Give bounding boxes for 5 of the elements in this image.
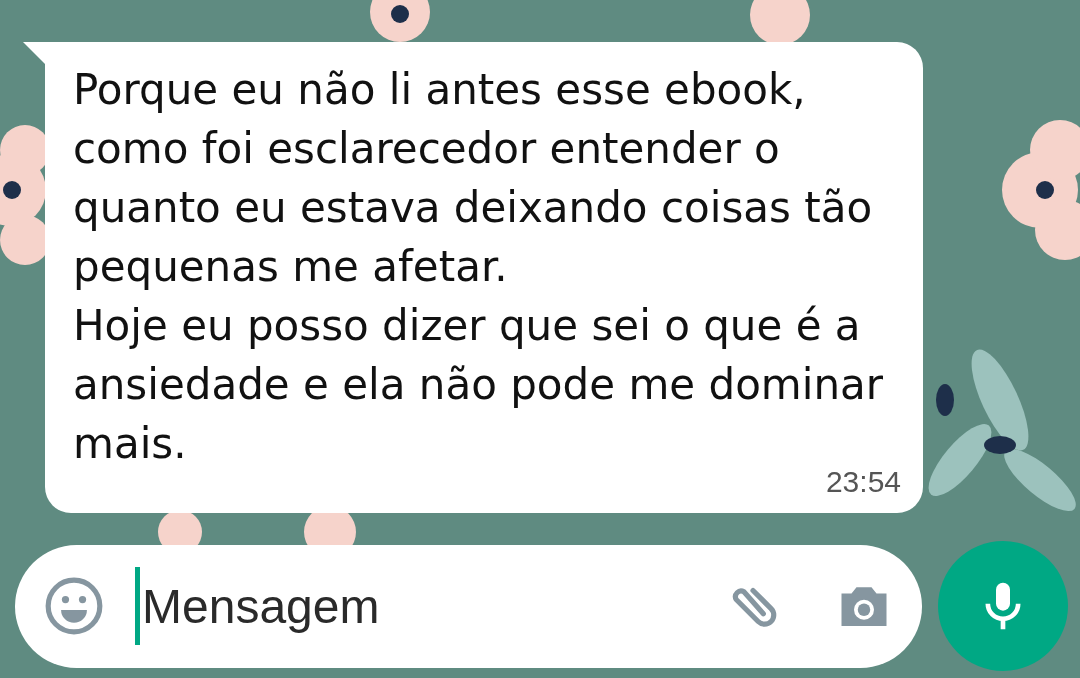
emoji-icon[interactable] xyxy=(43,575,105,637)
message-input-field[interactable]: Mensagem xyxy=(15,544,922,668)
flower-drawing xyxy=(750,0,810,45)
message-input[interactable]: Mensagem xyxy=(140,577,722,635)
flower-drawing xyxy=(370,0,430,42)
